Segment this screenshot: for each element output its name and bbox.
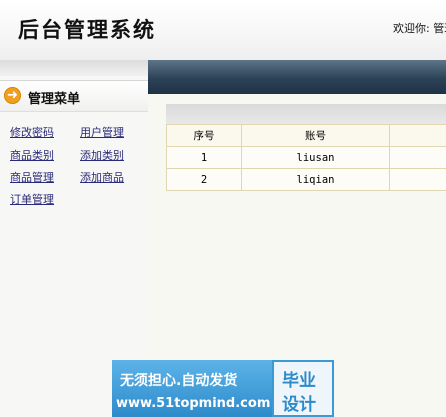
cell-extra bbox=[389, 146, 446, 169]
menu-link-user-management[interactable]: 用户管理 bbox=[80, 124, 124, 140]
sidebar-topline bbox=[0, 60, 148, 76]
banner-word-design: 设计 bbox=[282, 395, 316, 415]
column-header-extra bbox=[389, 124, 446, 147]
table-row: 2 liqian bbox=[166, 168, 446, 191]
arrow-right-circle-icon: ➜ bbox=[4, 87, 21, 104]
menu-link-order-management[interactable]: 订单管理 bbox=[10, 191, 54, 207]
banner-slogan: 无须担心.自动发货 bbox=[120, 373, 238, 389]
header-bar bbox=[148, 60, 446, 94]
menu-link-change-password[interactable]: 修改密码 bbox=[10, 124, 54, 140]
menu-title: 管理菜单 bbox=[28, 92, 81, 107]
cell-account: liusan bbox=[241, 146, 390, 169]
banner-url: www.51topmind.com bbox=[116, 396, 271, 411]
menu-link-add-product[interactable]: 添加商品 bbox=[80, 169, 124, 185]
menu-link-add-category[interactable]: 添加类别 bbox=[80, 147, 124, 163]
cell-index: 2 bbox=[166, 168, 242, 191]
table-toolbar bbox=[166, 104, 446, 124]
cell-index: 1 bbox=[166, 146, 242, 169]
banner-badge: 毕业 设计 bbox=[274, 362, 332, 415]
system-title: 后台管理系统 bbox=[18, 17, 156, 42]
cell-extra bbox=[389, 168, 446, 191]
cell-account: liqian bbox=[241, 168, 390, 191]
watermark-banner: 无须担心.自动发货 www.51topmind.com 毕业 设计 bbox=[112, 360, 334, 417]
banner-word-graduation: 毕业 bbox=[282, 371, 316, 391]
column-header-account: 账号 bbox=[241, 124, 390, 147]
menu-link-product-management[interactable]: 商品管理 bbox=[10, 169, 54, 185]
column-header-index: 序号 bbox=[166, 124, 242, 147]
banner-text-panel: 无须担心.自动发货 www.51topmind.com bbox=[112, 360, 272, 417]
table-header-row: 序号 账号 bbox=[166, 124, 446, 147]
header: 后台管理系统 欢迎你: 管理员 bbox=[0, 0, 446, 60]
user-table: 序号 账号 1 liusan 2 liqian bbox=[166, 124, 446, 191]
welcome-text: 欢迎你: 管理员 bbox=[393, 22, 446, 35]
menu-link-product-category[interactable]: 商品类别 bbox=[10, 147, 54, 163]
table-row: 1 liusan bbox=[166, 146, 446, 169]
menu-header: ➜ 管理菜单 bbox=[0, 80, 148, 112]
